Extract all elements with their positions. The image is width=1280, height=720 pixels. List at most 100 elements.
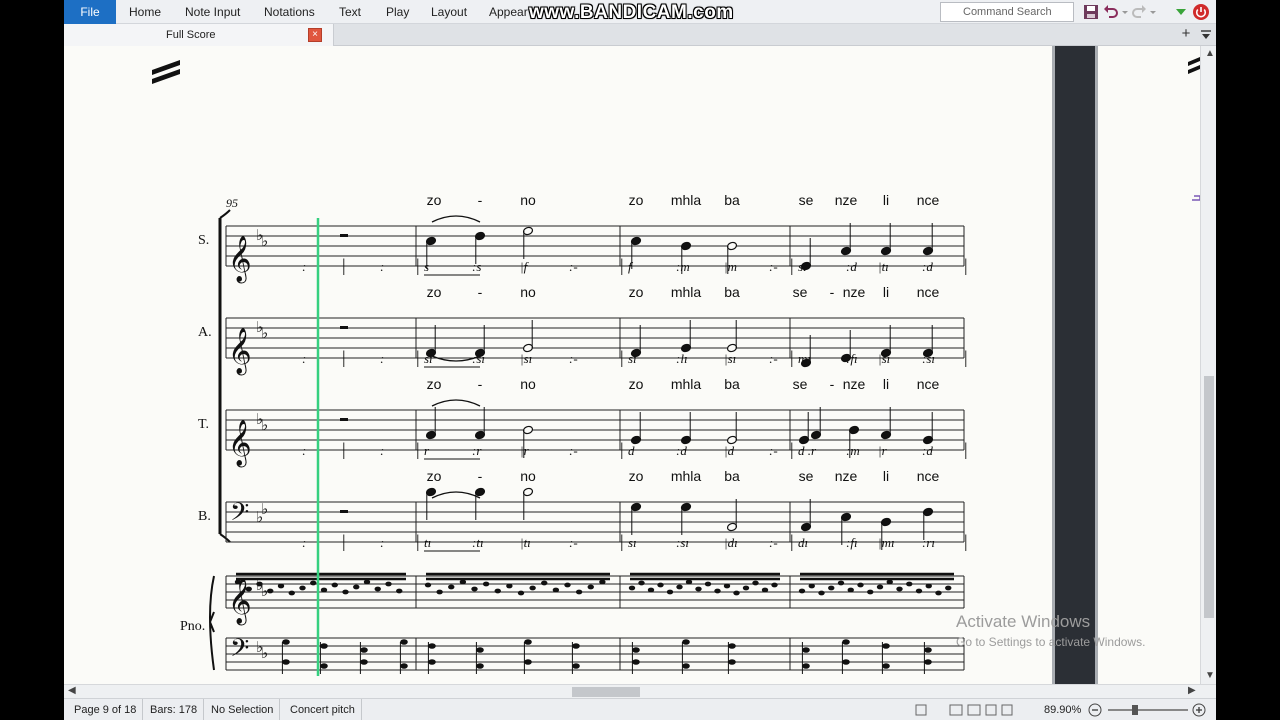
concert-pitch-toggle[interactable]: Concert pitch (284, 699, 362, 720)
tab-note-input[interactable]: Note Input (185, 0, 240, 24)
customize-arrow-icon[interactable] (1172, 3, 1190, 21)
tab-layout[interactable]: Layout (431, 0, 467, 24)
solfa-syllable: d (628, 443, 635, 458)
zoom-slider[interactable] (1108, 709, 1188, 711)
piano-note (915, 588, 923, 594)
piano-note (676, 584, 683, 590)
key-signature-flat: ♭ (261, 500, 268, 518)
chevron-down-icon[interactable] (1120, 3, 1130, 21)
zoom-level: 89.90% (1044, 704, 1082, 716)
tab-appearance[interactable]: Appear (489, 0, 528, 24)
lyric-syllable: se (793, 284, 808, 300)
scroll-right-icon[interactable]: ▶ (1188, 685, 1196, 696)
lyric-syllable: se (799, 468, 814, 484)
bars-count: Bars: 178 (144, 699, 205, 720)
solfa-syllable: |m (724, 259, 737, 274)
lyric-syllable: mhla (671, 376, 702, 392)
piano-note (564, 582, 571, 588)
tab-home[interactable]: Home (129, 0, 161, 24)
save-icon[interactable] (1082, 3, 1100, 21)
whole-rest (340, 326, 348, 329)
piano-note (424, 582, 432, 588)
solfa-syllable: :- (569, 351, 578, 366)
scroll-up-icon[interactable]: ▲ (1205, 48, 1215, 59)
command-search-input[interactable]: Command Search (940, 2, 1074, 22)
piano-note (587, 584, 594, 590)
chevron-down-icon[interactable] (1148, 3, 1158, 21)
scroll-left-icon[interactable]: ◀ (68, 685, 76, 696)
piano-note (924, 647, 932, 653)
piano-note (733, 590, 740, 596)
slur (431, 491, 481, 499)
solfa-barline: | (620, 347, 624, 367)
layout-marker-icon (1192, 195, 1200, 201)
piano-note (572, 663, 580, 669)
score-canvas[interactable]: 95 S. 𝄞 ♭ ♭ zo - no zo mhla ba se nze li nce: |: | s:s |f:… (64, 46, 1200, 684)
piano-note (935, 590, 942, 596)
piano-note (524, 639, 532, 645)
tab-notations[interactable]: Notations (264, 0, 315, 24)
solfa-syllable: :rı (922, 535, 935, 550)
piano-note (837, 580, 845, 586)
solfa-syllable: |f (520, 259, 530, 274)
view-mode-icons[interactable] (914, 703, 1014, 717)
activate-windows-subtitle: Go to Settings to activate Windows. (956, 635, 1146, 649)
status-bar: Page 9 of 18 Bars: 178 No Selection Conc… (64, 698, 1216, 720)
solfa-barline: | (416, 531, 420, 551)
solfa-barline: | (620, 439, 624, 459)
solfa-barline: | (342, 347, 346, 367)
zoom-out-icon[interactable] (1088, 703, 1102, 717)
lyric-syllable: - (478, 468, 483, 484)
tab-text[interactable]: Text (339, 0, 361, 24)
piano-note (924, 659, 932, 665)
horizontal-scrollbar[interactable]: ◀ ▶ (64, 684, 1216, 698)
treble-clef: 𝄞 (228, 236, 252, 284)
scroll-down-icon[interactable]: ▼ (1205, 670, 1215, 681)
bar-number: 95 (226, 196, 238, 210)
solfa-syllable: dı (798, 535, 808, 550)
lyric-syllable: mhla (671, 284, 702, 300)
solfa-syllable: : (380, 259, 384, 274)
treble-clef: 𝄞 (228, 420, 252, 468)
solfa-syllable: :- (569, 535, 578, 550)
piano-note (818, 590, 825, 596)
tab-menu-icon[interactable] (1198, 27, 1214, 43)
piano-note (541, 580, 548, 586)
tab-play[interactable]: Play (386, 0, 409, 24)
solfa-syllable: :- (769, 535, 778, 550)
vertical-scroll-thumb[interactable] (1204, 376, 1214, 618)
zoom-in-icon[interactable] (1192, 703, 1206, 717)
system-break-mark (152, 60, 180, 84)
piano-note (400, 663, 408, 669)
horizontal-scroll-thumb[interactable] (572, 687, 640, 697)
tab-full-score[interactable]: Full Score (64, 24, 334, 46)
piano-note (428, 643, 436, 649)
solfa-syllable: :fı (846, 535, 858, 550)
key-signature-flat: ♭ (261, 416, 268, 434)
add-tab-button[interactable]: + (1178, 26, 1194, 43)
file-tab[interactable]: File (64, 0, 116, 24)
piano-note (704, 581, 712, 587)
solfa-syllable: |sı (878, 351, 890, 366)
piano-note (482, 581, 490, 587)
piano-note (798, 588, 806, 594)
piano-note (728, 659, 736, 665)
solfa-syllable: s (424, 259, 429, 274)
page-indicator[interactable]: Page 9 of 18 (68, 699, 144, 720)
piano-note (282, 659, 290, 665)
power-icon[interactable] (1192, 3, 1210, 21)
undo-icon[interactable] (1102, 3, 1120, 21)
piano-note (802, 663, 810, 669)
close-tab-button[interactable]: × (308, 28, 322, 42)
vertical-scrollbar[interactable]: ▲ ▼ (1200, 46, 1216, 684)
redo-icon[interactable] (1130, 3, 1148, 21)
piano-note (459, 579, 467, 585)
solfa-syllable: : (380, 535, 384, 550)
piano-note (808, 583, 815, 589)
solfa-barline: | (416, 347, 420, 367)
piano-note (524, 659, 532, 665)
zoom-slider-thumb[interactable] (1132, 705, 1138, 715)
piano-note (282, 639, 290, 645)
activate-windows-watermark: Activate Windows Go to Settings to activ… (956, 612, 1145, 649)
piano-note (714, 588, 721, 594)
